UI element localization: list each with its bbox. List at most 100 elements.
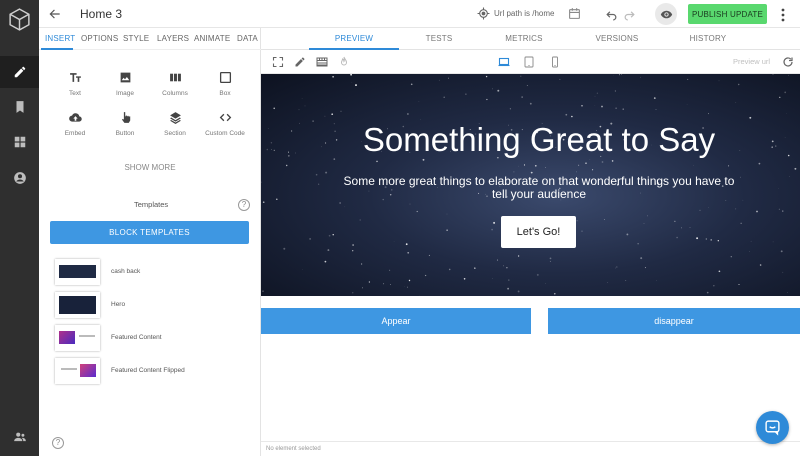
rail-dashboard-item[interactable] <box>0 126 39 158</box>
tab-data[interactable]: DATA <box>237 34 258 43</box>
edit-pencil-icon[interactable] <box>294 56 306 68</box>
insert-image[interactable]: Image <box>100 71 150 97</box>
star <box>787 291 789 293</box>
insert-box[interactable]: Box <box>200 71 250 97</box>
star <box>674 220 676 222</box>
rail-edit-item[interactable] <box>0 56 39 88</box>
star <box>446 229 448 231</box>
templates-help-icon[interactable]: ? <box>238 199 250 211</box>
tab-preview[interactable]: PREVIEW <box>309 34 399 43</box>
star <box>646 215 648 217</box>
star <box>352 244 354 246</box>
elem-label: Image <box>115 90 135 97</box>
star <box>327 249 330 252</box>
star <box>416 210 418 213</box>
tab-tests[interactable]: TESTS <box>394 34 484 43</box>
insert-button[interactable]: Button <box>100 111 150 137</box>
elem-label: Button <box>115 130 135 137</box>
template-thumbnail <box>55 259 100 285</box>
tab-options[interactable]: OPTIONS <box>81 34 118 43</box>
star <box>352 292 354 294</box>
chat-launcher-button[interactable] <box>756 411 789 444</box>
hero-section[interactable]: Something Great to Say Some more great t… <box>261 74 800 296</box>
more-vert-icon[interactable] <box>779 7 787 22</box>
insert-columns[interactable]: Columns <box>150 71 200 97</box>
template-name: Featured Content Flipped <box>111 367 185 374</box>
url-path-selector[interactable]: Url path is /home <box>477 7 554 20</box>
flame-icon[interactable] <box>338 56 350 68</box>
template-item-cash-back[interactable]: cash back <box>55 259 245 285</box>
refresh-icon[interactable] <box>782 56 794 68</box>
star <box>554 293 556 295</box>
fullscreen-icon[interactable] <box>272 56 284 68</box>
preview-url-link[interactable]: Preview url <box>733 57 770 66</box>
insert-embed[interactable]: Embed <box>50 111 100 137</box>
star <box>713 285 715 287</box>
template-item-featured-content-flipped[interactable]: Featured Content Flipped <box>55 358 245 384</box>
star <box>502 265 505 267</box>
star <box>780 250 783 253</box>
appear-button[interactable]: Appear <box>261 308 531 334</box>
calendar-icon[interactable] <box>568 7 581 20</box>
preview-eye-button[interactable] <box>655 3 677 25</box>
publish-update-button[interactable]: PUBLISH UPDATE <box>688 4 767 24</box>
elem-label: Text <box>69 90 81 97</box>
star <box>409 203 411 205</box>
insert-text[interactable]: Text <box>50 71 100 97</box>
mobile-view-icon[interactable] <box>549 56 561 68</box>
cube-logo-icon[interactable] <box>7 7 32 32</box>
tab-history[interactable]: HISTORY <box>663 34 753 43</box>
users-icon <box>13 432 26 442</box>
star <box>756 210 758 213</box>
back-arrow-icon[interactable] <box>48 7 62 21</box>
star <box>581 230 583 232</box>
elem-label: Embed <box>64 130 86 137</box>
hero-title[interactable]: Something Great to Say <box>261 121 800 159</box>
star <box>655 109 657 110</box>
text-icon <box>69 73 81 82</box>
undo-icon[interactable] <box>605 8 618 21</box>
star <box>406 286 409 288</box>
rail-bookmark-item[interactable] <box>0 91 39 123</box>
star <box>362 287 363 289</box>
tab-style[interactable]: STYLE <box>123 34 149 43</box>
star <box>521 96 523 98</box>
star <box>699 209 701 212</box>
block-templates-button[interactable]: BLOCK TEMPLATES <box>50 221 249 244</box>
redo-icon[interactable] <box>623 8 636 21</box>
disappear-button[interactable]: disappear <box>548 308 800 334</box>
lets-go-button[interactable]: Let's Go! <box>501 216 576 248</box>
tab-metrics[interactable]: METRICS <box>479 34 569 43</box>
tab-animate[interactable]: ANIMATE <box>194 34 230 43</box>
star <box>273 107 275 110</box>
rail-users-item[interactable] <box>0 421 39 453</box>
show-more-link[interactable]: SHOW MORE <box>39 163 261 172</box>
insert-section[interactable]: Section <box>150 111 200 137</box>
elem-label: Box <box>219 90 231 97</box>
star <box>788 74 789 76</box>
box-icon <box>219 71 231 84</box>
tab-layers[interactable]: LAYERS <box>157 34 189 43</box>
template-thumbnail <box>55 292 100 318</box>
panel-help-icon[interactable]: ? <box>52 437 64 449</box>
insert-custom-code[interactable]: Custom Code <box>200 111 250 137</box>
star <box>332 234 334 236</box>
rail-account-item[interactable] <box>0 162 39 194</box>
tab-versions[interactable]: VERSIONS <box>572 34 662 43</box>
star <box>625 279 627 281</box>
star <box>615 107 617 109</box>
star <box>405 243 408 246</box>
star <box>261 181 262 183</box>
grid-ruler-icon[interactable] <box>316 56 328 68</box>
star <box>536 273 539 276</box>
hero-subtitle[interactable]: Some more great things to elaborate on t… <box>341 175 737 201</box>
main-tabs: PREVIEW TESTS METRICS VERSIONS HISTORY <box>261 28 800 50</box>
star <box>448 77 450 79</box>
star <box>640 76 641 78</box>
top-bar: Home 3 Url path is /home PUBLISH UPDATE <box>39 0 800 28</box>
template-item-hero[interactable]: Hero <box>55 292 245 318</box>
tablet-view-icon[interactable] <box>523 56 535 68</box>
tab-insert[interactable]: INSERT <box>45 34 75 43</box>
template-item-featured-content[interactable]: Featured Content <box>55 325 245 351</box>
desktop-view-icon[interactable] <box>498 56 510 68</box>
